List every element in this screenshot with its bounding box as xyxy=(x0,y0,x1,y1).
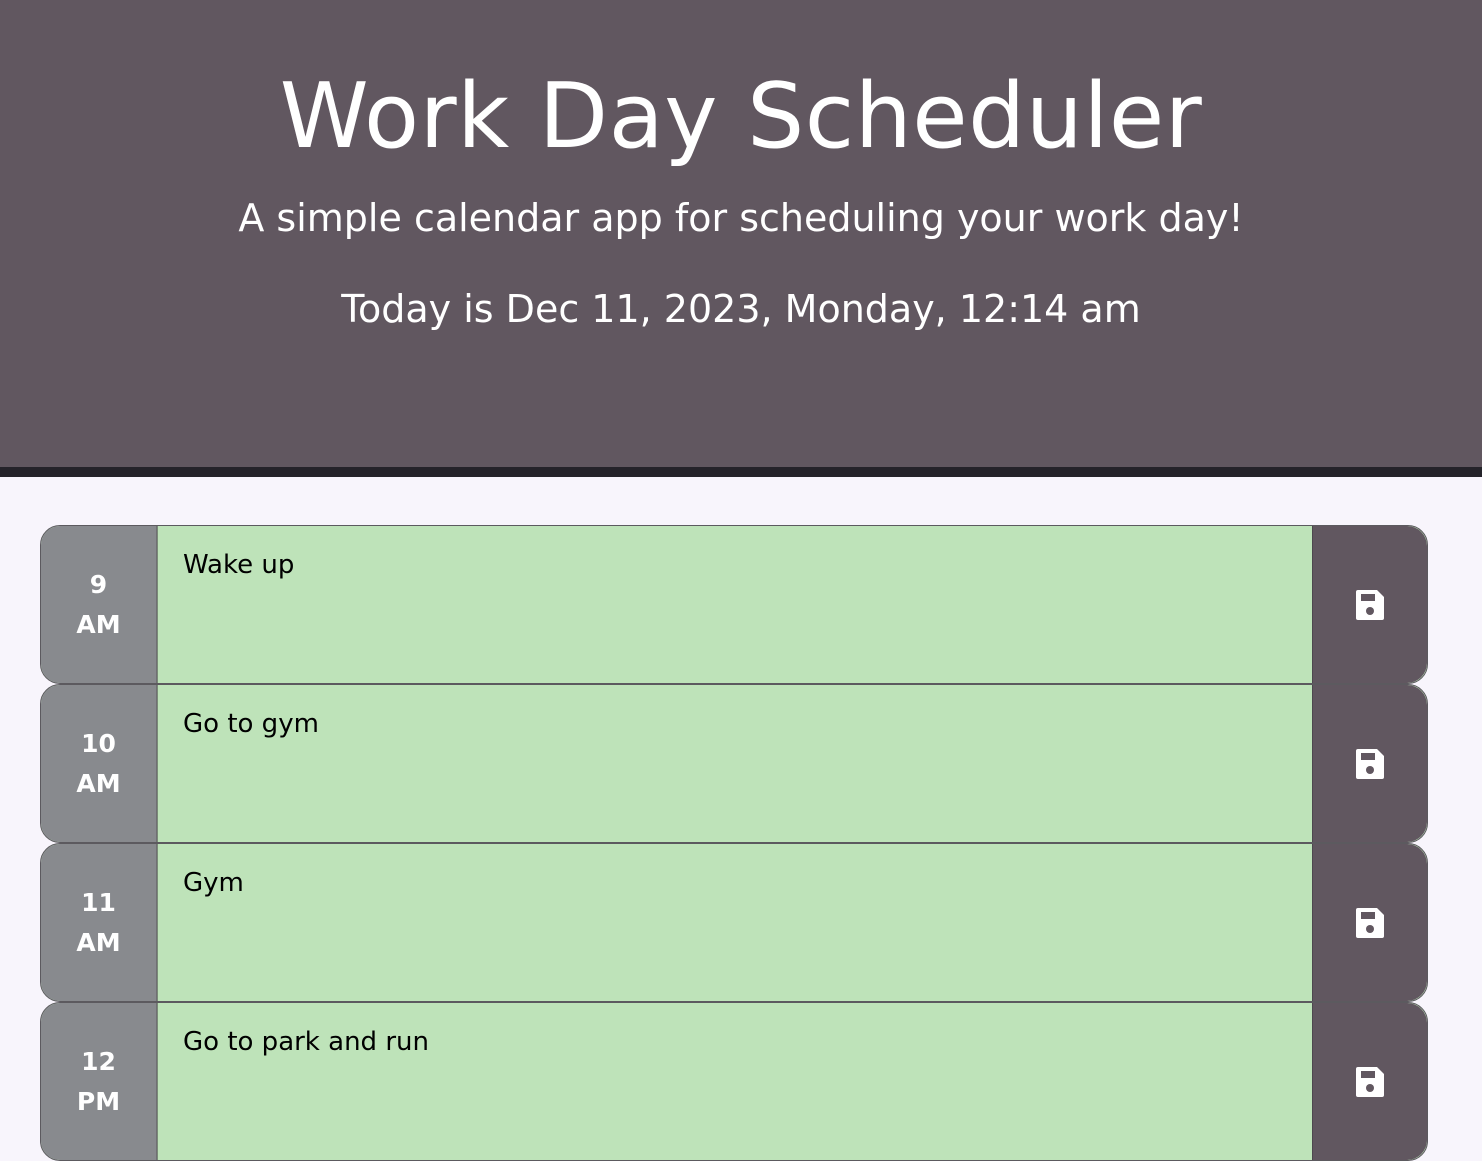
hour-label: 10 AM xyxy=(41,685,157,842)
save-button[interactable] xyxy=(1312,1003,1427,1160)
hour-number: 9 xyxy=(89,569,108,599)
event-description-input[interactable]: Wake up xyxy=(157,526,1312,683)
hour-period: AM xyxy=(76,609,121,639)
current-day: Today is Dec 11, 2023, Monday, 12:14 am xyxy=(341,287,1141,331)
hour-label: 9 AM xyxy=(41,526,157,683)
hour-number: 12 xyxy=(81,1046,116,1076)
hour-period: AM xyxy=(76,927,121,957)
hour-number: 10 xyxy=(81,728,116,758)
floppy-disk-icon xyxy=(1356,748,1384,779)
time-block-row: 10 AM Go to gym xyxy=(40,684,1428,843)
time-block-row: 12 PM Go to park and run xyxy=(40,1002,1428,1161)
hour-label: 11 AM xyxy=(41,844,157,1001)
save-button[interactable] xyxy=(1312,685,1427,842)
event-description-input[interactable]: Go to park and run xyxy=(157,1003,1312,1160)
save-button[interactable] xyxy=(1312,526,1427,683)
hour-period: PM xyxy=(76,1086,121,1116)
time-block-row: 11 AM Gym xyxy=(40,843,1428,1002)
floppy-disk-icon xyxy=(1356,907,1384,938)
header-divider xyxy=(0,467,1482,477)
page-title: Work Day Scheduler xyxy=(279,64,1203,169)
floppy-disk-icon xyxy=(1356,1066,1384,1097)
app-header: Work Day Scheduler A simple calendar app… xyxy=(0,0,1482,467)
hour-period: AM xyxy=(76,768,121,798)
hour-number: 11 xyxy=(81,887,116,917)
hour-label: 12 PM xyxy=(41,1003,157,1160)
save-button[interactable] xyxy=(1312,844,1427,1001)
time-block-row: 9 AM Wake up xyxy=(40,525,1428,684)
page-subtitle: A simple calendar app for scheduling you… xyxy=(238,196,1244,240)
event-description-input[interactable]: Go to gym xyxy=(157,685,1312,842)
floppy-disk-icon xyxy=(1356,589,1384,620)
event-description-input[interactable]: Gym xyxy=(157,844,1312,1001)
time-block-list: 9 AM Wake up 10 AM Go to gym 11 AM Gym 1… xyxy=(40,525,1428,1161)
